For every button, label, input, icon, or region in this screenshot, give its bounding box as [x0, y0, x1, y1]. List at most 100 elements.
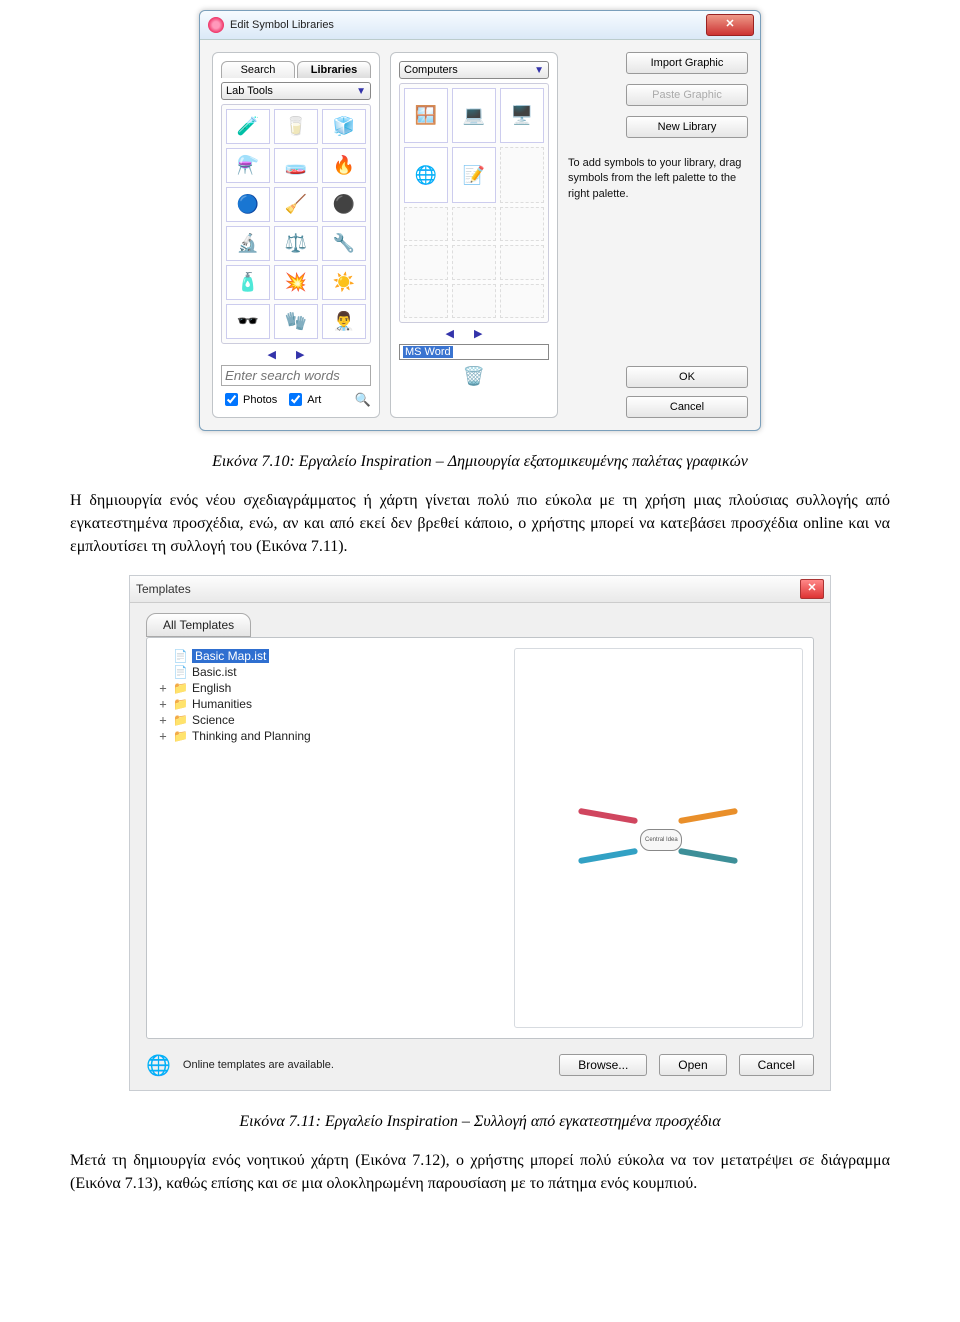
- edit-symbol-libraries-dialog: Edit Symbol Libraries ✕ Search Libraries…: [199, 10, 761, 431]
- chevron-down-icon: ▼: [534, 65, 544, 76]
- folder-icon: 📁: [173, 729, 188, 743]
- template-preview: Central Idea: [514, 648, 803, 1028]
- tree-item-label: Humanities: [192, 697, 252, 711]
- open-button[interactable]: Open: [659, 1054, 726, 1076]
- symbol-thumb[interactable]: 🧊: [322, 109, 366, 144]
- symbol-thumb[interactable]: 🧫: [274, 148, 318, 183]
- right-library-combo[interactable]: Computers ▼: [399, 61, 549, 79]
- ok-button[interactable]: OK: [626, 366, 748, 388]
- symbol-thumb: [500, 207, 544, 241]
- close-button[interactable]: ✕: [800, 579, 824, 599]
- app-icon: [208, 17, 224, 33]
- symbol-thumb[interactable]: 🧤: [274, 304, 318, 339]
- new-library-button[interactable]: New Library: [626, 116, 748, 138]
- symbol-thumb: [452, 284, 496, 318]
- symbol-thumb[interactable]: ⚖️: [274, 226, 318, 261]
- tab-search[interactable]: Search: [221, 61, 295, 78]
- online-templates-text: Online templates are available.: [183, 1059, 547, 1071]
- symbol-name-field[interactable]: MS Word: [399, 344, 549, 360]
- chevron-down-icon: ▼: [356, 86, 366, 97]
- symbol-thumb[interactable]: 🪟: [404, 88, 448, 143]
- left-nav-arrows[interactable]: ◀▶: [221, 348, 371, 361]
- symbol-thumb[interactable]: 🕶️: [226, 304, 270, 339]
- mindmap-icon: Central Idea: [578, 803, 738, 873]
- check-photos[interactable]: Photos: [221, 390, 277, 409]
- symbol-thumb[interactable]: ⚫: [322, 187, 366, 222]
- symbol-thumb[interactable]: 🔥: [322, 148, 366, 183]
- paste-graphic-button[interactable]: Paste Graphic: [626, 84, 748, 106]
- window-title: Templates: [136, 582, 800, 596]
- expand-icon[interactable]: +: [157, 681, 169, 695]
- search-input[interactable]: [221, 365, 371, 386]
- tab-libraries[interactable]: Libraries: [297, 61, 371, 78]
- file-icon: 📄: [173, 665, 188, 679]
- symbol-thumb: [452, 207, 496, 241]
- symbol-thumb: [452, 245, 496, 279]
- expand-icon[interactable]: +: [157, 713, 169, 727]
- symbol-thumb[interactable]: 🌐: [404, 147, 448, 202]
- tree-item[interactable]: + 📁 Thinking and Planning: [157, 728, 502, 744]
- expand-icon[interactable]: +: [157, 697, 169, 711]
- folder-icon: 📁: [173, 681, 188, 695]
- left-thumb-grid: 🧪🥛🧊 ⚗️🧫🔥 🔵🧹⚫ 🔬⚖️🔧 🧴💥☀️ 🕶️🧤👨‍⚕️: [221, 104, 371, 344]
- symbol-thumb[interactable]: 🔧: [322, 226, 366, 261]
- window-title: Edit Symbol Libraries: [230, 19, 706, 31]
- symbol-thumb[interactable]: 💥: [274, 265, 318, 300]
- tree-item-label: English: [192, 681, 231, 695]
- symbol-thumb[interactable]: 🔬: [226, 226, 270, 261]
- symbol-thumb: [500, 147, 544, 202]
- right-palette: Computers ▼ 🪟💻🖥️ 🌐📝 ◀▶ MS Word 🗑️: [390, 52, 558, 418]
- expand-icon[interactable]: +: [157, 729, 169, 743]
- cancel-button[interactable]: Cancel: [739, 1054, 814, 1076]
- close-button[interactable]: ✕: [706, 14, 754, 36]
- import-graphic-button[interactable]: Import Graphic: [626, 52, 748, 74]
- symbol-thumb[interactable]: 🧹: [274, 187, 318, 222]
- tree-item[interactable]: +📁Humanities: [157, 696, 502, 712]
- symbol-thumb[interactable]: 🧴: [226, 265, 270, 300]
- symbol-thumb[interactable]: 🖥️: [500, 88, 544, 143]
- symbol-thumb[interactable]: ☀️: [322, 265, 366, 300]
- globe-icon: 🌐: [146, 1053, 171, 1078]
- trash-icon[interactable]: 🗑️: [399, 366, 549, 387]
- titlebar: Templates ✕: [130, 576, 830, 603]
- symbol-thumb[interactable]: ⚗️: [226, 148, 270, 183]
- symbol-thumb[interactable]: 👨‍⚕️: [322, 304, 366, 339]
- dialog-right-column: Import Graphic Paste Graphic New Library…: [568, 52, 748, 418]
- tree-item-label: Basic.ist: [192, 665, 237, 679]
- template-tree[interactable]: 📄Basic Map.ist📄Basic.ist+📁English+📁Human…: [157, 648, 502, 1028]
- symbol-thumb[interactable]: 🧪: [226, 109, 270, 144]
- tab-all-templates[interactable]: All Templates: [146, 613, 251, 637]
- tree-item-label: Science: [192, 713, 235, 727]
- left-library-combo[interactable]: Lab Tools ▼: [221, 82, 371, 100]
- check-art[interactable]: Art: [285, 390, 321, 409]
- tree-item[interactable]: + 📁 English: [157, 680, 502, 696]
- symbol-thumb: [404, 245, 448, 279]
- left-palette: Search Libraries Lab Tools ▼ 🧪🥛🧊 ⚗️🧫🔥 🔵🧹⚫ 🔬…: [212, 52, 380, 418]
- figure-caption-7-10: Εικόνα 7.10: Εργαλείο Inspiration – Δημι…: [70, 453, 890, 471]
- browse-button[interactable]: Browse...: [559, 1054, 647, 1076]
- body-paragraph-1: Η δημιουργία ενός νέου σχεδιαγράμματος ή…: [70, 489, 890, 559]
- tree-item[interactable]: + 📁 Science: [157, 712, 502, 728]
- symbol-thumb[interactable]: 💻: [452, 88, 496, 143]
- symbol-thumb[interactable]: 🥛: [274, 109, 318, 144]
- symbol-thumb[interactable]: 📝: [452, 147, 496, 202]
- right-thumb-grid: 🪟💻🖥️ 🌐📝: [399, 83, 549, 323]
- figure-caption-7-11: Εικόνα 7.11: Εργαλείο Inspiration – Συλλ…: [70, 1113, 890, 1131]
- symbol-thumb: [404, 284, 448, 318]
- right-nav-arrows[interactable]: ◀▶: [399, 327, 549, 340]
- templates-dialog: Templates ✕ All Templates 📄Basic Map.ist…: [129, 575, 831, 1091]
- tree-item[interactable]: 📄Basic Map.ist: [157, 648, 502, 664]
- body-paragraph-2: Μετά τη δημιουργία ενός νοητικού χάρτη (…: [70, 1149, 890, 1195]
- left-library-name: Lab Tools: [226, 85, 273, 97]
- symbol-thumb: [500, 284, 544, 318]
- tree-item-label: Thinking and Planning: [192, 729, 311, 743]
- folder-icon: 📁: [173, 713, 188, 727]
- right-library-name: Computers: [404, 64, 458, 76]
- symbol-thumb[interactable]: 🔵: [226, 187, 270, 222]
- symbol-thumb: [404, 207, 448, 241]
- titlebar: Edit Symbol Libraries ✕: [200, 11, 760, 40]
- symbol-thumb: [500, 245, 544, 279]
- search-icon[interactable]: 🔍: [355, 392, 371, 408]
- tree-item[interactable]: 📄 Basic.ist: [157, 664, 502, 680]
- cancel-button[interactable]: Cancel: [626, 396, 748, 418]
